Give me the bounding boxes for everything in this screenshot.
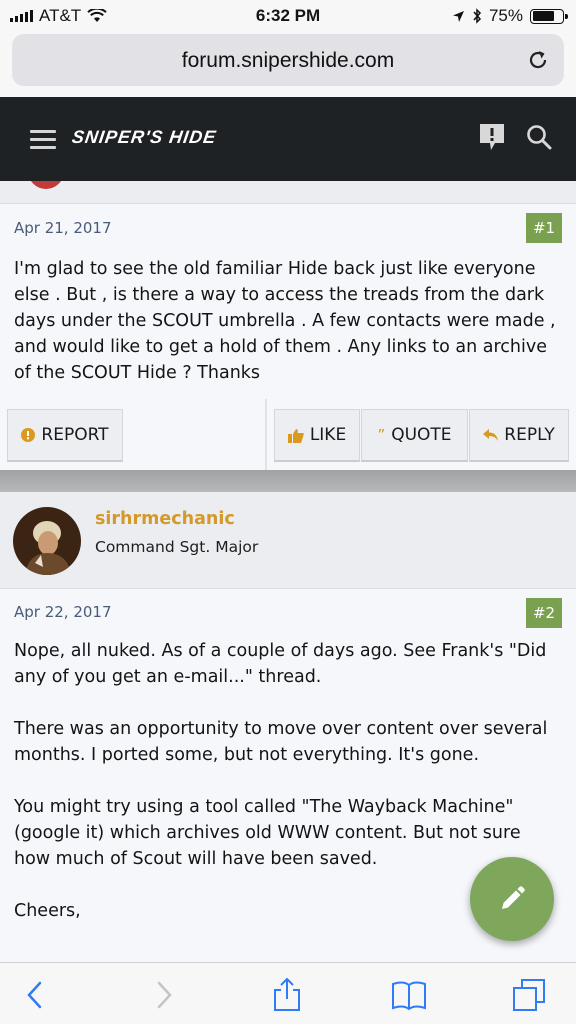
post-date[interactable]: Apr 21, 2017	[14, 219, 112, 237]
search-icon[interactable]	[526, 124, 552, 150]
thumbs-up-icon	[287, 428, 304, 443]
post-user-bar: sirhrmechanic Command Sgt. Major	[0, 492, 576, 589]
post-number-badge[interactable]: #1	[526, 213, 562, 243]
alert-bubble-icon[interactable]	[478, 122, 506, 152]
report-button[interactable]: REPORT	[7, 409, 123, 462]
like-label: LIKE	[309, 425, 347, 445]
address-bar[interactable]: forum.snipershide.com	[12, 34, 564, 86]
location-arrow-icon	[452, 10, 464, 22]
post-date[interactable]: Apr 22, 2017	[14, 603, 112, 621]
warning-circle-icon	[21, 428, 36, 442]
status-bar: AT&T 6:32 PM 75%	[0, 0, 576, 30]
url-text[interactable]: forum.snipershide.com	[12, 49, 564, 73]
browser-header: forum.snipershide.com	[0, 30, 576, 97]
reply-button[interactable]: REPLY	[469, 409, 569, 462]
post-number-badge[interactable]: #2	[526, 598, 562, 628]
battery-percent: 75%	[488, 6, 523, 25]
pencil-icon	[502, 886, 525, 909]
compose-button[interactable]	[470, 857, 554, 941]
post-separator	[0, 470, 576, 492]
report-label: REPORT	[41, 425, 109, 445]
avatar[interactable]	[13, 507, 81, 575]
quote-icon: ”	[377, 426, 386, 444]
battery-icon	[530, 8, 568, 24]
user-title: Command Sgt. Major	[95, 538, 259, 556]
actions-divider	[265, 399, 267, 470]
user-avatar-image	[13, 507, 81, 575]
post-paragraph: I'm glad to see the old familiar Hide ba…	[14, 259, 556, 383]
battery-fill	[532, 11, 555, 21]
like-button[interactable]: LIKE	[274, 409, 360, 462]
post-paragraph: There was an opportunity to move over co…	[14, 719, 548, 765]
book-icon[interactable]	[391, 977, 427, 1013]
post-1: Apr 21, 2017 #1 I'm glad to see the old …	[0, 204, 576, 470]
thread-content: Apr 21, 2017 #1 I'm glad to see the old …	[0, 181, 576, 962]
post-paragraph: You might try using a tool called "The W…	[14, 797, 521, 869]
reload-icon[interactable]	[526, 48, 550, 72]
reply-label: REPLY	[504, 425, 555, 445]
chevron-right-icon[interactable]	[146, 977, 182, 1013]
quote-label: QUOTE	[391, 425, 452, 445]
post-user-bar-partial	[0, 181, 576, 204]
share-icon[interactable]	[269, 977, 305, 1013]
reply-arrow-icon	[483, 429, 499, 441]
hamburger-menu-icon[interactable]	[30, 130, 56, 149]
site-logo[interactable]: SNIPER'S HIDE	[71, 127, 218, 148]
tabs-icon[interactable]	[511, 977, 547, 1013]
username-link[interactable]: sirhrmechanic	[95, 509, 235, 529]
site-header: SNIPER'S HIDE	[0, 97, 576, 181]
browser-toolbar	[0, 962, 576, 1024]
post-body: I'm glad to see the old familiar Hide ba…	[14, 256, 562, 412]
bluetooth-icon	[473, 8, 481, 24]
status-right: 75%	[452, 6, 568, 26]
post-paragraph: Nope, all nuked. As of a couple of days …	[14, 641, 547, 687]
avatar[interactable]	[28, 181, 64, 189]
chevron-left-icon[interactable]	[18, 977, 54, 1013]
post-actions: REPORT LIKE ” QUOTE REPLY	[0, 399, 576, 470]
quote-button[interactable]: ” QUOTE	[361, 409, 468, 462]
